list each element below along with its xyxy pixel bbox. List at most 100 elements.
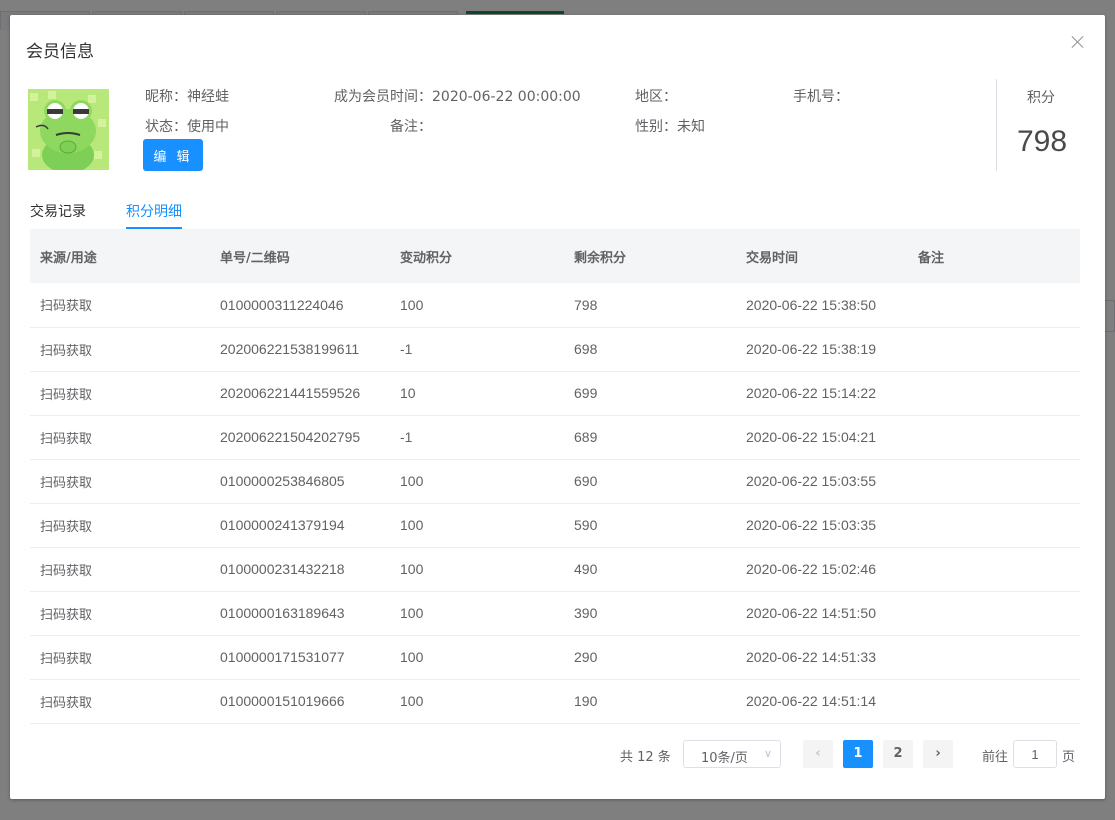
tabs: 交易记录 积分明细 [30, 195, 1080, 231]
table-cell: 100 [400, 605, 424, 621]
table-cell: 10 [400, 385, 416, 401]
tab-points-detail[interactable]: 积分明细 [126, 201, 182, 221]
table-cell: 690 [574, 473, 598, 489]
table-row: 扫码获取 0100000231432218 100 490 2020-06-22 15:… [30, 547, 1080, 591]
table-row: 扫码获取 0100000253846805 100 690 2020-06-22 15:… [30, 459, 1080, 503]
table-cell: 490 [574, 561, 598, 577]
table-cell: 202006221504202795 [220, 429, 361, 445]
table-cell: 扫码获取 [40, 563, 93, 579]
table-cell: 100 [400, 517, 424, 533]
table-cell: 0100000231432218 [220, 561, 345, 577]
table-row: 扫码获取 0100000311224046 100 798 2020-06-22 15:… [30, 283, 1080, 327]
table-cell: 扫码获取 [40, 299, 93, 315]
table-cell: 2020-06-22 14:51:14 [746, 693, 876, 709]
goto-page-input[interactable] [1013, 740, 1057, 768]
table-cell [908, 371, 1080, 415]
table-cell [908, 327, 1080, 371]
tab-transactions[interactable]: 交易记录 [30, 201, 86, 221]
table-cell: 2020-06-22 15:04:21 [746, 429, 876, 445]
phone: 手机号： [793, 89, 849, 105]
table-cell: 390 [574, 605, 598, 621]
goto-suffix: 页 [1062, 750, 1076, 765]
member-info-dialog: 会员信息 昵称：神经蛙 成为会员时间：2020-06-22 00:00:00 地… [10, 15, 1105, 799]
chevron-right-icon: › [935, 746, 941, 761]
table-cell: 689 [574, 429, 598, 445]
table-cell: 扫码获取 [40, 695, 93, 711]
pagination-total: 共 12 条 [620, 750, 671, 765]
table-cell [908, 679, 1080, 723]
table-cell: -1 [400, 429, 413, 445]
table-cell: 100 [400, 693, 424, 709]
table-cell: 202006221538199611 [220, 341, 360, 357]
table-cell: 扫码获取 [40, 343, 93, 359]
table-cell: 202006221441559526 [220, 385, 361, 401]
table-row: 扫码获取 0100000171531077 100 290 2020-06-22 14:… [30, 635, 1080, 679]
score-label: 积分 [1027, 90, 1055, 106]
table-cell: 扫码获取 [40, 651, 93, 667]
table-row: 扫码获取 202006221504202795 -1 689 2020-06-22 15… [30, 415, 1080, 459]
member-since: 成为会员时间：2020-06-22 00:00:00 [334, 89, 581, 105]
table-cell: 0100000151019666 [220, 693, 345, 709]
table-cell: -1 [400, 341, 413, 357]
next-page-button[interactable]: › [923, 740, 953, 768]
table-row: 扫码获取 0100000163189643 100 390 2020-06-22 14:… [30, 591, 1080, 635]
score-panel: 积分 798 [996, 79, 1106, 171]
table-cell: 100 [400, 649, 424, 665]
table-cell: 2020-06-22 15:02:46 [746, 561, 876, 577]
table-cell [908, 635, 1080, 679]
table-cell: 699 [574, 385, 598, 401]
table-cell: 100 [400, 561, 424, 577]
table-cell: 590 [574, 517, 598, 533]
prev-page-button[interactable]: ‹ [803, 740, 833, 768]
table-cell: 0100000171531077 [220, 649, 345, 665]
table-cell: 扫码获取 [40, 475, 93, 491]
chevron-left-icon: ‹ [815, 746, 821, 761]
table-cell: 2020-06-22 15:03:55 [746, 473, 876, 489]
table-cell [908, 459, 1080, 503]
page-size-select[interactable]: 10条/页 ∨ [683, 740, 781, 768]
table-row: 扫码获取 202006221441559526 10 699 2020-06-22 15… [30, 371, 1080, 415]
edit-button[interactable]: 编 辑 [143, 139, 203, 171]
table-row: 扫码获取 0100000241379194 100 590 2020-06-22 15:… [30, 503, 1080, 547]
column-header: 单号/二维码 [220, 250, 290, 266]
table-cell: 2020-06-22 14:51:33 [746, 649, 876, 665]
score-value: 798 [1017, 125, 1068, 158]
close-icon[interactable] [1071, 35, 1085, 49]
column-header: 交易时间 [746, 250, 799, 266]
chevron-down-icon: ∨ [763, 747, 772, 760]
nickname: 昵称：神经蛙 [145, 89, 229, 105]
table-cell [908, 283, 1080, 327]
table-cell: 0100000163189643 [220, 605, 345, 621]
table-body: 扫码获取 0100000311224046 100 798 2020-06-22 15:… [30, 283, 1080, 723]
dialog-title: 会员信息 [26, 42, 94, 62]
table-cell [908, 503, 1080, 547]
goto-label: 前往 [982, 750, 1009, 765]
region: 地区： [635, 89, 677, 105]
gender: 性别：未知 [635, 119, 705, 135]
page-size-value: 10条/页 [701, 751, 748, 766]
table-cell: 2020-06-22 15:38:50 [746, 296, 876, 313]
table-cell: 扫码获取 [40, 431, 93, 447]
table-cell: 2020-06-22 14:51:50 [746, 605, 876, 621]
column-header: 剩余积分 [574, 250, 627, 266]
table-cell: 扫码获取 [40, 387, 93, 403]
table-cell: 100 [400, 473, 424, 489]
table-cell: 扫码获取 [40, 607, 93, 623]
table-cell: 798 [574, 296, 598, 313]
column-header: 变动积分 [400, 250, 453, 266]
page-button-2[interactable]: 2 [883, 740, 913, 768]
table-row: 扫码获取 0100000151019666 100 190 2020-06-22 14:… [30, 679, 1080, 723]
table-cell [908, 591, 1080, 635]
table-row: 扫码获取 202006221538199611 -1 698 2020-06-22 15… [30, 327, 1080, 371]
table-cell: 100 [400, 296, 424, 313]
table-cell: 2020-06-22 15:38:19 [746, 341, 876, 357]
column-header: 来源/用途 [40, 250, 97, 266]
page-button-1[interactable]: 1 [843, 740, 873, 768]
table-cell: 2020-06-22 15:14:22 [746, 385, 876, 401]
table-cell: 0100000241379194 [220, 517, 345, 533]
table-cell [908, 415, 1080, 459]
remark: 备注： [390, 119, 432, 135]
table-cell [908, 547, 1080, 591]
column-header: 备注 [918, 250, 945, 266]
table-cell: 698 [574, 341, 598, 357]
